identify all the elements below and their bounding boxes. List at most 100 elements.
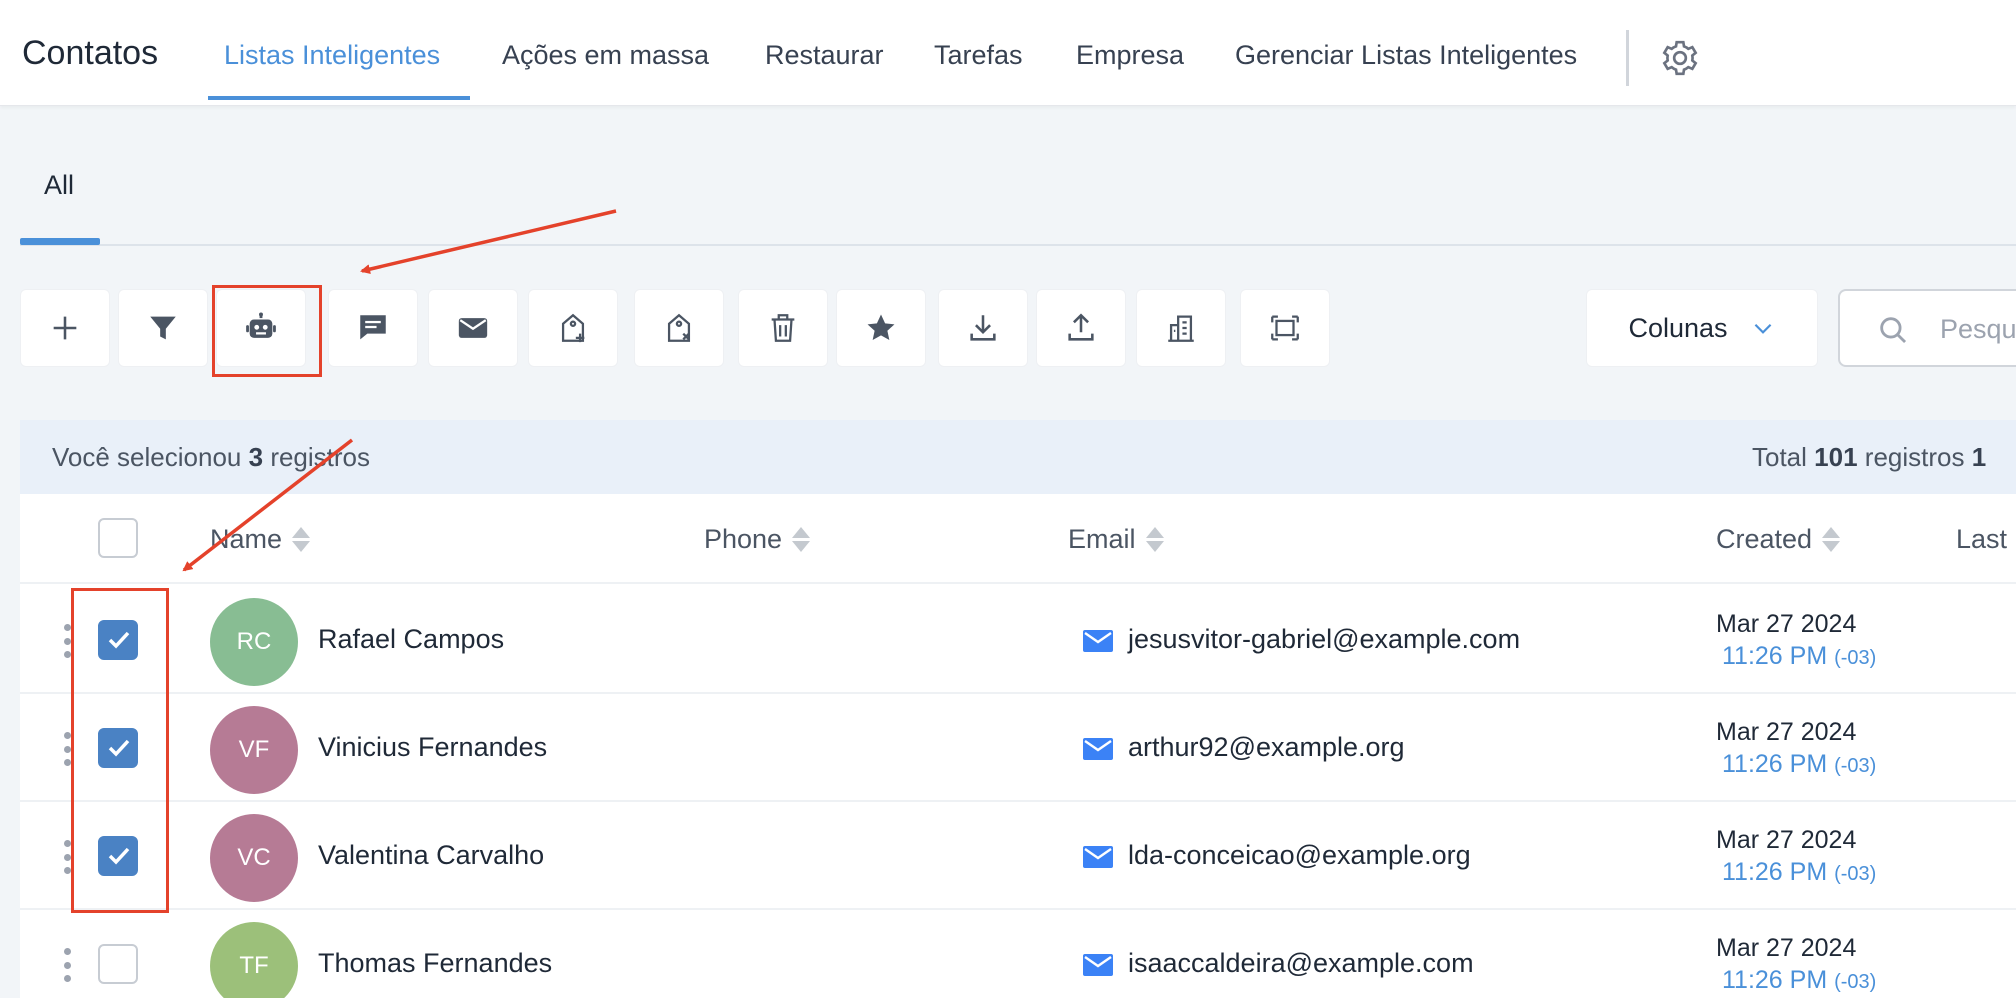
tag-add-icon	[561, 313, 585, 343]
time-value: 11:26 PM	[1722, 642, 1828, 670]
tag-remove-icon	[667, 313, 691, 342]
contact-name[interactable]: Thomas Fernandes	[318, 948, 552, 979]
tab-tarefas[interactable]: Tarefas	[934, 40, 1023, 71]
selected-count-text: Você selecionou 3 registros	[52, 442, 370, 473]
contact-email[interactable]: isaaccaldeira@example.com	[1128, 948, 1474, 979]
created-time: 11:26 PM (-03)	[1722, 642, 1876, 671]
time-value: 11:26 PM	[1722, 966, 1828, 994]
add-contact-button[interactable]	[20, 289, 110, 367]
column-last-label: Last	[1956, 524, 2008, 554]
selected-suffix: registros	[270, 442, 371, 472]
chat-icon	[360, 315, 386, 340]
search-box[interactable]	[1838, 289, 2016, 367]
timezone: (-03)	[1834, 755, 1877, 777]
top-nav: Contatos Listas Inteligentes Ações em ma…	[0, 0, 2016, 106]
created-time: 11:26 PM (-03)	[1722, 858, 1876, 887]
tab-listas-inteligentes[interactable]: Listas Inteligentes	[224, 40, 440, 71]
delete-button[interactable]	[738, 289, 828, 367]
send-email-button[interactable]	[428, 289, 518, 367]
remove-tag-button[interactable]	[634, 289, 724, 367]
time-value: 11:26 PM	[1722, 750, 1828, 778]
sort-icon	[790, 525, 811, 555]
chevron-down-icon	[1754, 323, 1771, 334]
gear-icon[interactable]	[1660, 38, 1700, 78]
column-name-label: Name	[210, 524, 283, 554]
tab-gerenciar-listas[interactable]: Gerenciar Listas Inteligentes	[1235, 40, 1577, 71]
email-icon	[458, 318, 488, 338]
star-icon	[867, 314, 895, 341]
total-prefix: Total	[1752, 442, 1807, 472]
column-phone[interactable]: Phone	[704, 524, 811, 555]
arrow-to-robot	[360, 209, 617, 275]
tab-restaurar[interactable]: Restaurar	[765, 40, 884, 71]
tab-acoes-em-massa[interactable]: Ações em massa	[502, 40, 709, 71]
column-name[interactable]: Name	[210, 524, 311, 555]
export-button[interactable]	[938, 289, 1028, 367]
mail-icon	[1083, 738, 1113, 760]
subtab-divider	[20, 244, 2016, 246]
add-tag-button[interactable]	[528, 289, 618, 367]
created-date: Mar 27 2024	[1716, 718, 1857, 746]
upload-icon	[1068, 313, 1094, 341]
table-row[interactable]: TF Thomas Fernandes isaaccaldeira@exampl…	[20, 910, 2016, 998]
contact-email[interactable]: jesusvitor-gabriel@example.com	[1128, 624, 1520, 655]
selected-prefix: Você selecionou	[52, 442, 242, 472]
search-icon	[1880, 317, 1907, 344]
column-email[interactable]: Email	[1068, 524, 1164, 555]
nav-divider	[1626, 30, 1629, 86]
send-sms-button[interactable]	[328, 289, 418, 367]
import-button[interactable]	[1036, 289, 1126, 367]
column-last[interactable]: Last	[1956, 524, 2007, 555]
table-row[interactable]: VF Vinicius Fernandes arthur92@example.o…	[20, 694, 2016, 802]
column-created-label: Created	[1716, 524, 1813, 554]
annotation-box-checkboxes	[71, 588, 169, 913]
created-time: 11:26 PM (-03)	[1722, 750, 1876, 779]
created-date: Mar 27 2024	[1716, 610, 1857, 638]
filter-icon	[150, 316, 176, 340]
search-input[interactable]	[1940, 309, 2016, 349]
total-count-text: Total 101 registros 1	[1752, 442, 1986, 473]
review-request-button[interactable]	[836, 289, 926, 367]
active-tab-indicator	[208, 96, 470, 100]
timezone: (-03)	[1834, 971, 1877, 993]
merge-button[interactable]	[1240, 289, 1330, 367]
avatar: RC	[210, 598, 298, 686]
table-row[interactable]: RC Rafael Campos jesusvitor-gabriel@exam…	[20, 586, 2016, 694]
contact-name[interactable]: Valentina Carvalho	[318, 840, 544, 871]
avatar: VF	[210, 706, 298, 794]
trash-icon	[771, 314, 795, 342]
total-count: 101	[1814, 442, 1858, 472]
company-button[interactable]	[1136, 289, 1226, 367]
contact-email[interactable]: lda-conceicao@example.org	[1128, 840, 1471, 871]
contact-email[interactable]: arthur92@example.org	[1128, 732, 1405, 763]
sort-icon	[1144, 525, 1164, 555]
contact-name[interactable]: Rafael Campos	[318, 624, 504, 655]
mail-icon	[1083, 846, 1113, 868]
avatar: VC	[210, 814, 298, 902]
timezone: (-03)	[1834, 863, 1877, 885]
tab-empresa[interactable]: Empresa	[1076, 40, 1184, 71]
created-date: Mar 27 2024	[1716, 934, 1857, 962]
merge-icon	[1271, 315, 1299, 341]
columns-label: Colunas	[1628, 312, 1728, 343]
contact-name[interactable]: Vinicius Fernandes	[318, 732, 547, 763]
column-created[interactable]: Created	[1716, 524, 1841, 555]
columns-dropdown[interactable]: Colunas	[1586, 289, 1818, 367]
time-value: 11:26 PM	[1722, 858, 1828, 886]
subtab-all[interactable]: All	[44, 170, 74, 201]
mail-icon	[1083, 630, 1113, 652]
avatar: TF	[210, 922, 298, 998]
app-title: Contatos	[22, 34, 159, 72]
drag-handle-icon[interactable]	[64, 948, 72, 982]
select-all-checkbox[interactable]	[98, 518, 138, 558]
created-time: 11:26 PM (-03)	[1722, 966, 1876, 995]
table-row[interactable]: VC Valentina Carvalho lda-conceicao@exam…	[20, 802, 2016, 910]
table-header: Name Phone Email Created Last	[20, 494, 2016, 584]
selection-banner: Você selecionou 3 registros Total 101 re…	[20, 420, 2016, 494]
row-checkbox[interactable]	[98, 944, 138, 984]
filter-button[interactable]	[118, 289, 208, 367]
column-email-label: Email	[1068, 524, 1136, 554]
mail-icon	[1083, 954, 1113, 976]
column-phone-label: Phone	[704, 524, 783, 554]
annotation-box-robot	[212, 285, 322, 377]
